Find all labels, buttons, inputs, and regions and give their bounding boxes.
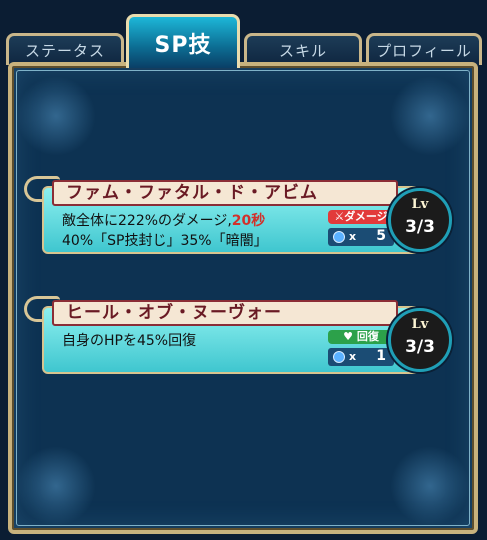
skill-type-badge: ♥ 回復	[328, 330, 394, 344]
tab-bar: ステータス SP技 スキル プロフィール	[0, 0, 487, 70]
level-value: 3/3	[405, 217, 435, 237]
corner-glow-top-left	[16, 76, 96, 156]
corner-glow-bottom-left	[16, 446, 96, 526]
sword-icon: ⚔	[334, 210, 345, 223]
skill-name: ファム・ファタル・ド・アビム	[52, 180, 398, 206]
corner-glow-bottom-right	[390, 446, 470, 526]
cost-multiplier: x	[349, 230, 357, 243]
heart-icon: ♥	[343, 330, 354, 343]
skill-level-badge: Lv 3/3	[388, 308, 452, 372]
cost-value: 1	[376, 348, 386, 364]
tab-profile[interactable]: プロフィール	[366, 33, 482, 65]
cost-multiplier: x	[349, 350, 357, 363]
corner-glow-top-right	[390, 76, 470, 156]
tab-sp-skill[interactable]: SP技	[126, 14, 240, 68]
skill-description-text: 敵全体に222%のダメージ,	[62, 213, 232, 229]
skill-cost: x 1	[328, 348, 394, 366]
tab-skill-label: スキル	[278, 42, 327, 60]
sp-gem-icon	[333, 351, 345, 363]
skill-cost: x 5	[328, 228, 394, 246]
skill-type-label: 回復	[356, 330, 379, 343]
skill-duration: 20秒	[231, 213, 266, 229]
skill-name: ヒール・オブ・ヌーヴォー	[52, 300, 398, 326]
sp-skill-panel	[8, 62, 478, 534]
skill-level-badge: Lv 3/3	[388, 188, 452, 252]
skill-description-line1: 敵全体に222%のダメージ,20秒	[62, 210, 265, 230]
tab-status-label: ステータス	[24, 42, 105, 60]
level-value: 3/3	[405, 337, 435, 357]
skill-description-line2: 40%「SP技封じ」35%「暗闇」	[62, 233, 268, 249]
tab-sp-skill-label: SP技	[154, 32, 212, 58]
tab-status[interactable]: ステータス	[6, 33, 124, 65]
level-label: Lv	[411, 317, 429, 332]
cost-value: 5	[376, 228, 386, 244]
tab-profile-label: プロフィール	[376, 42, 472, 60]
sp-gem-icon	[333, 231, 345, 243]
skill-type-label: ダメージ	[344, 210, 388, 223]
tab-skill[interactable]: スキル	[244, 33, 362, 65]
level-label: Lv	[411, 197, 429, 212]
sp-skill-card[interactable]: ヒール・オブ・ヌーヴォー 自身のHPを45%回復 ♥ 回復 x 1 Lv 3/3	[24, 296, 464, 376]
skill-type-badge: ⚔ダメージ	[328, 210, 394, 224]
skill-description-line1: 自身のHPを45%回復	[62, 333, 197, 349]
sp-skill-card[interactable]: ファム・ファタル・ド・アビム 敵全体に222%のダメージ,20秒 40%「SP技…	[24, 176, 464, 256]
